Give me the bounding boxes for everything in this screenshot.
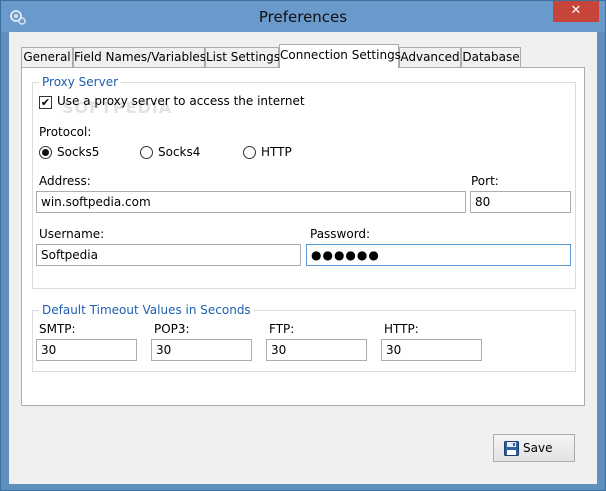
pop3-timeout-input[interactable]: 30 — [151, 339, 252, 361]
tab-connection-settings[interactable]: Connection Settings — [279, 44, 401, 68]
smtp-label: SMTP: — [39, 322, 76, 336]
http-timeout-label: HTTP: — [384, 322, 419, 336]
username-label: Username: — [39, 227, 105, 241]
ftp-timeout-input[interactable]: 30 — [266, 339, 367, 361]
save-button[interactable]: Save — [493, 434, 575, 462]
timeout-group-title: Default Timeout Values in Seconds — [39, 303, 254, 317]
close-button[interactable]: ✕ — [553, 1, 599, 22]
dialog-client-area: General Field Names/Variables List Setti… — [9, 32, 597, 484]
tab-database[interactable]: Database — [461, 47, 521, 67]
close-icon: ✕ — [570, 3, 582, 18]
socks5-label: Socks5 — [57, 145, 100, 159]
pop3-label: POP3: — [154, 322, 190, 336]
address-label: Address: — [39, 174, 91, 188]
connection-settings-panel: SOFTPEDIA Proxy Server ✔ Use a proxy ser… — [21, 67, 585, 406]
use-proxy-label: Use a proxy server to access the interne… — [57, 94, 305, 108]
radio-socks4[interactable] — [140, 146, 153, 159]
smtp-timeout-input[interactable]: 30 — [36, 339, 137, 361]
http-protocol-label: HTTP — [261, 145, 292, 159]
tab-list-settings[interactable]: List Settings — [205, 47, 280, 67]
use-proxy-checkbox[interactable]: ✔ — [39, 96, 52, 109]
window-title: Preferences — [258, 8, 348, 26]
checkmark-icon: ✔ — [40, 96, 51, 109]
tab-advanced[interactable]: Advanced — [399, 47, 461, 67]
socks4-label: Socks4 — [158, 145, 201, 159]
port-label: Port: — [471, 174, 499, 188]
floppy-disk-icon — [504, 441, 519, 456]
proxy-server-group-title: Proxy Server — [39, 75, 122, 89]
save-button-label: Save — [523, 441, 553, 455]
address-input[interactable]: win.softpedia.com — [36, 191, 466, 213]
tab-general[interactable]: General — [21, 47, 73, 67]
ftp-label: FTP: — [269, 322, 295, 336]
radio-http[interactable] — [243, 146, 256, 159]
port-input[interactable]: 80 — [470, 191, 571, 213]
tab-field-names-variables[interactable]: Field Names/Variables — [73, 47, 206, 67]
proxy-server-group: Proxy Server ✔ Use a proxy server to acc… — [32, 75, 576, 289]
preferences-window: Preferences ✕ General Field Names/Variab… — [0, 0, 606, 491]
password-label: Password: — [310, 227, 371, 241]
username-input[interactable]: Softpedia — [36, 244, 301, 266]
timeout-group: Default Timeout Values in Seconds SMTP: … — [32, 303, 576, 372]
http-timeout-input[interactable]: 30 — [381, 339, 482, 361]
protocol-label: Protocol: — [39, 125, 92, 139]
radio-socks5[interactable] — [39, 146, 52, 159]
password-input[interactable]: ●●●●●● — [306, 244, 571, 266]
title-bar[interactable]: Preferences ✕ — [1, 1, 605, 32]
